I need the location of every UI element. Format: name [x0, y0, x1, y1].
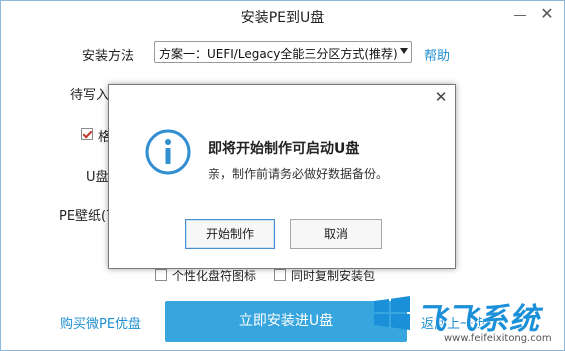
install-method-value: 方案一：UEFI/Legacy全能三分区方式(推荐): [159, 47, 398, 61]
close-icon[interactable]: ✕: [538, 5, 556, 23]
copy-package-label: 同时复制安装包: [291, 269, 376, 283]
dialog-message: 亲，制作前请务必做好数据备份。: [208, 167, 389, 181]
install-button[interactable]: 立即安装进U盘: [165, 301, 407, 342]
install-method-label: 安装方法: [82, 49, 135, 64]
watermark: 飞飞系统 www.feifeixitong.com: [372, 293, 562, 349]
info-icon: [145, 129, 191, 175]
windows-logo-icon: [374, 296, 410, 330]
cancel-button[interactable]: 取消: [290, 219, 382, 249]
format-checkbox[interactable]: [81, 128, 93, 140]
close-icon[interactable]: ✕: [433, 89, 449, 105]
confirm-dialog: ✕ 即将开始制作可启动U盘 亲，制作前请务必做好数据备份。 开始制作 取消: [108, 84, 456, 269]
chevron-down-icon: [400, 48, 408, 54]
dialog-title: 即将开始制作可启动U盘: [208, 141, 360, 157]
personalize-icon-checkbox[interactable]: [155, 269, 167, 281]
start-button[interactable]: 开始制作: [185, 219, 275, 249]
minimize-icon[interactable]: [512, 7, 528, 23]
watermark-url: www.feifeixitong.com: [444, 333, 552, 344]
personalize-icon-label: 个性化盘符图标: [172, 269, 257, 283]
window-title: 安装PE到U盘: [240, 10, 325, 26]
install-method-select[interactable]: 方案一：UEFI/Legacy全能三分区方式(推荐): [154, 41, 412, 63]
udisk-label: U盘: [86, 170, 109, 185]
buy-udisk-link[interactable]: 购买微PE优盘: [60, 313, 141, 332]
watermark-brand: 飞飞系统: [416, 302, 540, 337]
pending-write-label: 待写入: [70, 88, 110, 103]
copy-package-checkbox[interactable]: [274, 269, 286, 281]
help-link[interactable]: 帮助: [424, 45, 450, 64]
